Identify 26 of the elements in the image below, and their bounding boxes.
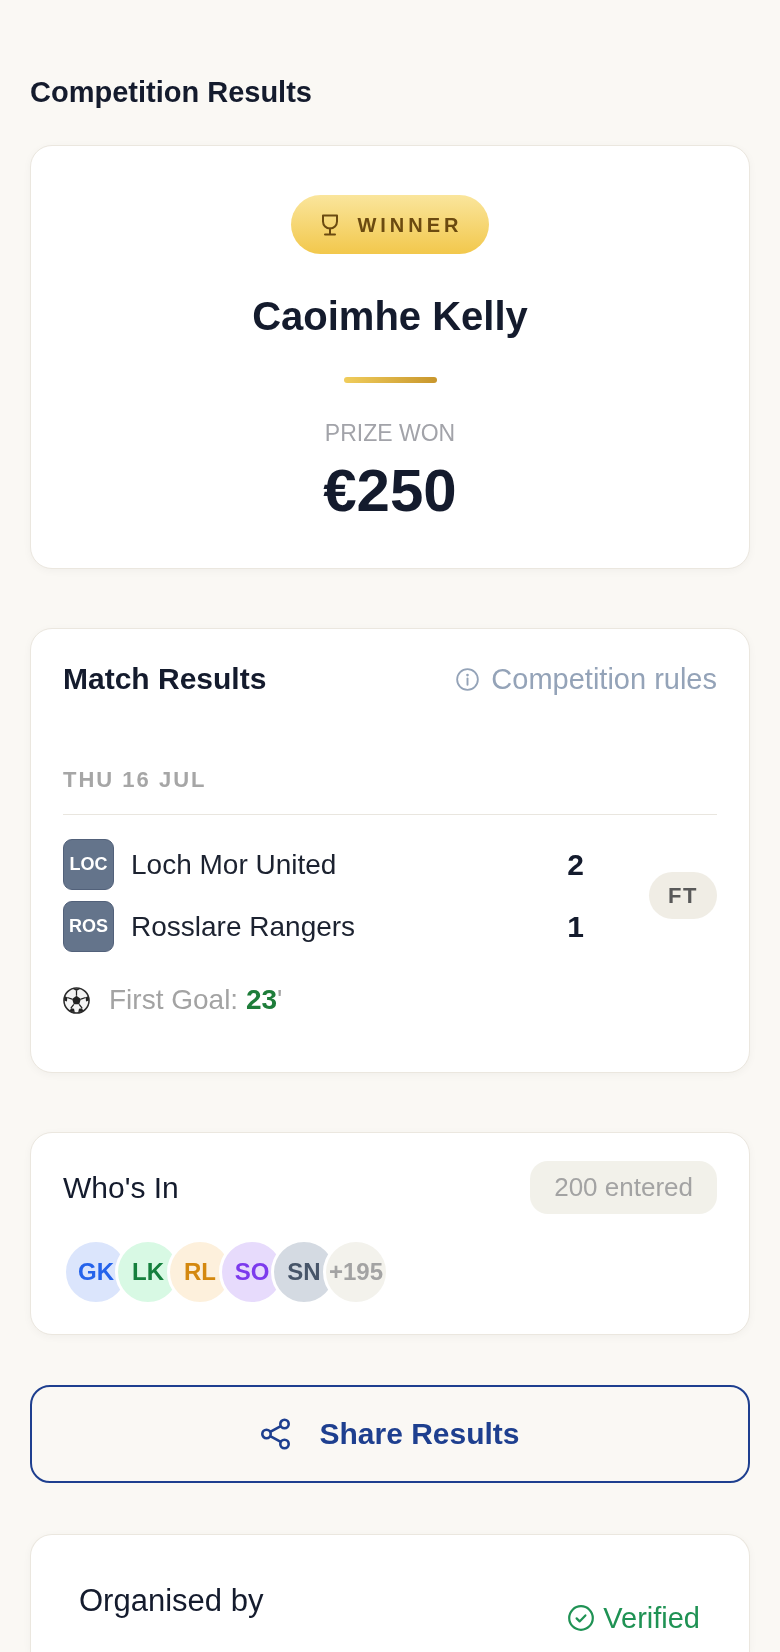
team-name: Rosslare Rangers: [131, 909, 357, 944]
match-status: FT: [649, 872, 717, 919]
team-abbreviation: LOC: [63, 839, 114, 890]
winner-label: WINNER: [357, 212, 463, 237]
team-score: 1: [567, 908, 584, 945]
trophy-icon: [321, 213, 340, 236]
verified-label: Verified: [603, 1601, 700, 1636]
team-score: 2: [567, 846, 584, 883]
first-goal-text: First Goal: 23': [109, 983, 283, 1017]
prize-amount: €250: [323, 459, 457, 523]
soccer-ball-icon: [63, 986, 90, 1014]
entrant-count: 200 entered: [530, 1161, 717, 1214]
winner-name: Caoimhe Kelly: [252, 293, 528, 340]
prize-label: PRIZE WON: [324, 419, 456, 447]
info-icon: [456, 667, 480, 691]
section-title: Who's In: [63, 1169, 179, 1206]
more-participants-count: +195: [323, 1239, 389, 1305]
section-title: Match Results: [63, 661, 267, 697]
match-date: THU 16 JUL: [63, 766, 207, 794]
check-circle-icon: [568, 1605, 595, 1631]
share-results-button[interactable]: Share Results: [30, 1385, 750, 1483]
page-title: Competition Results: [30, 75, 312, 110]
share-icon: [260, 1418, 292, 1450]
team-abbreviation: ROS: [63, 901, 114, 952]
team-name: Loch Mor United: [131, 847, 338, 882]
organiser-title: Organised by: [79, 1582, 264, 1620]
